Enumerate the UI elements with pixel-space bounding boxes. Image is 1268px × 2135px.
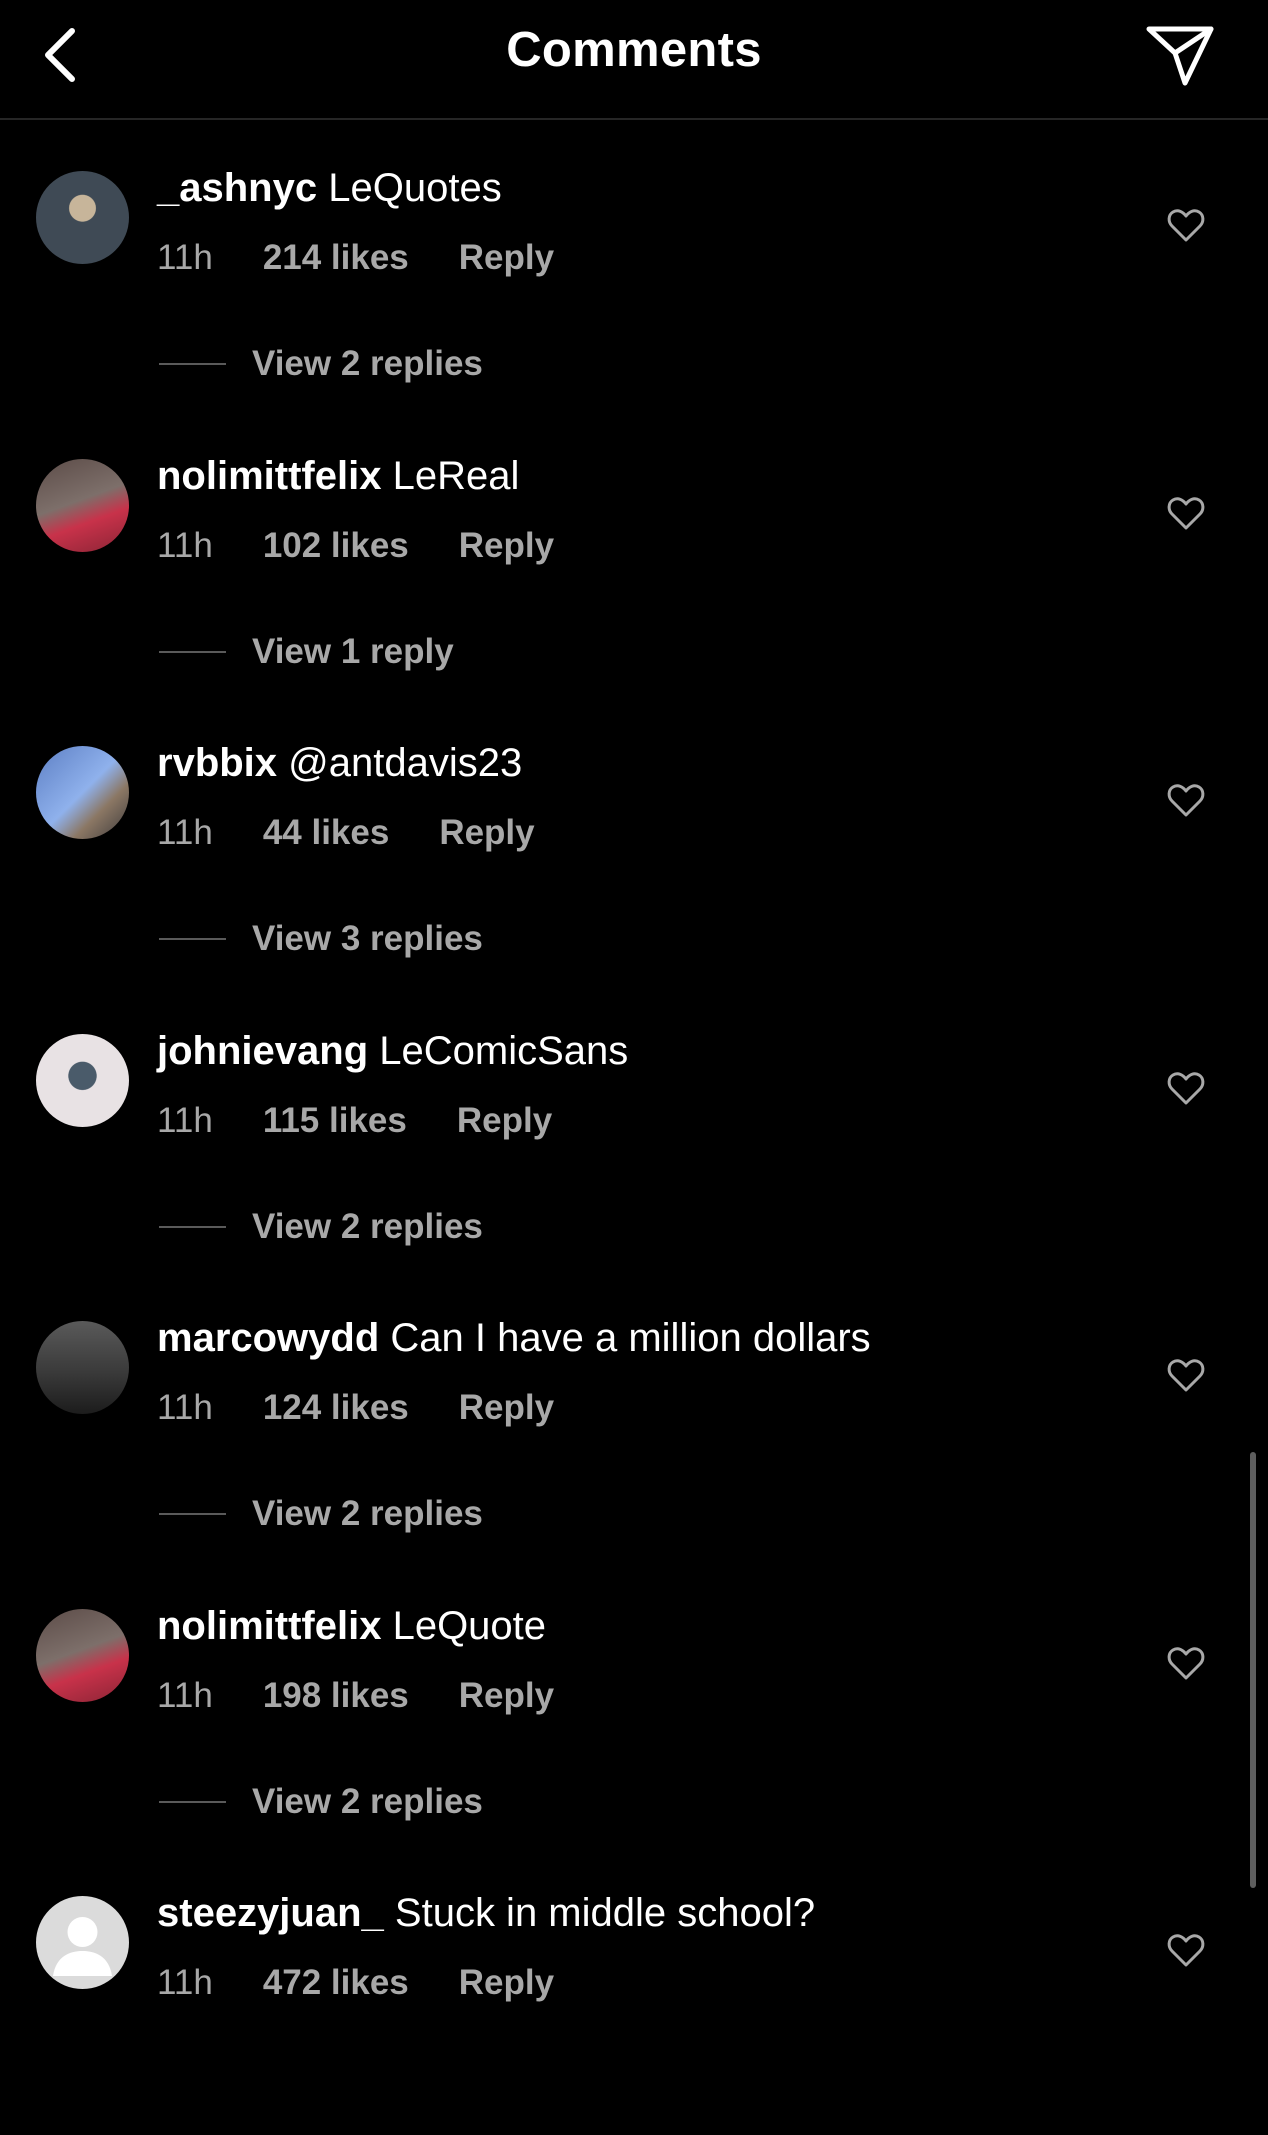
reply-button[interactable]: Reply [459,526,554,566]
view-replies-label: View 1 reply [252,631,454,671]
replies-divider [159,1513,226,1515]
view-replies-button[interactable]: View 3 replies [159,919,483,959]
reply-button[interactable]: Reply [459,1388,554,1428]
scrollbar[interactable] [1250,1452,1256,1888]
avatar[interactable] [36,1321,129,1414]
comment-meta: 11h 472 likes Reply [157,1963,554,2003]
comment-username[interactable]: nolimittfelix [157,1604,381,1648]
comment-item: nolimittfelix LeQuote 11h 198 likes Repl… [0,1560,1268,1848]
comment-meta: 11h 44 likes Reply [157,813,535,853]
reply-button[interactable]: Reply [459,1963,554,2003]
comment-list: _ashnyc LeQuotes 11h 214 likes Reply Vie… [0,122,1268,2135]
avatar[interactable] [36,1608,129,1702]
heart-icon[interactable] [1166,1069,1206,1109]
comment-item: nolimittfelix LeReal 11h 102 likes Reply… [0,410,1268,698]
default-avatar-icon [53,1917,112,1976]
avatar[interactable] [36,746,129,839]
comment-item: _ashnyc LeQuotes 11h 214 likes Reply Vie… [0,122,1268,410]
comment-line: _ashnyc LeQuotes [157,166,502,211]
view-replies-label: View 2 replies [252,344,483,383]
avatar[interactable] [36,1896,129,1989]
heart-icon[interactable] [1166,494,1206,534]
comment-item: johnievang LeComicSans 11h 115 likes Rep… [0,985,1268,1273]
view-replies-button[interactable]: View 2 replies [159,1782,483,1822]
comment-text: Stuck in middle school? [394,1891,816,1935]
replies-divider [159,650,226,653]
view-replies-button[interactable]: View 1 reply [159,632,454,672]
comment-time: 11h [157,1963,213,2002]
comment-username[interactable]: nolimittfelix [157,454,381,498]
comment-text: @antdavis23 [288,741,523,785]
comment-likes[interactable]: 472 likes [263,1963,409,2003]
comment-line: marcowydd Can I have a million dollars [157,1316,871,1361]
view-replies-label: View 2 replies [252,1781,483,1821]
paper-plane-icon [1146,26,1214,86]
heart-icon[interactable] [1166,1356,1206,1396]
reply-button[interactable]: Reply [457,1101,552,1141]
comment-item: marcowydd Can I have a million dollars 1… [0,1272,1268,1560]
comment-text: Can I have a million dollars [390,1316,871,1360]
view-replies-label: View 2 replies [252,1494,483,1533]
comment-time: 11h [157,525,213,565]
reply-button[interactable]: Reply [459,1676,554,1716]
comment-item: rvbbix @antdavis23 11h 44 likes Reply Vi… [0,697,1268,985]
comment-text: LeComicSans [379,1028,629,1073]
comment-text: LeQuote [392,1603,547,1648]
comment-text: LeReal [392,453,520,498]
comment-meta: 11h 214 likes Reply [157,238,554,278]
avatar[interactable] [36,458,129,552]
comment-likes[interactable]: 214 likes [263,238,409,278]
comment-text: LeQuotes [328,166,502,210]
comment-meta: 11h 102 likes Reply [157,526,554,566]
comment-username[interactable]: steezyjuan_ [157,1891,384,1935]
view-replies-label: View 2 replies [252,1206,483,1246]
avatar[interactable] [36,171,129,264]
replies-divider [159,938,226,940]
replies-divider [159,1225,226,1228]
view-replies-button[interactable]: View 2 replies [159,1494,483,1534]
comment-time: 11h [157,1388,213,1427]
share-button[interactable] [1142,18,1218,92]
view-replies-label: View 3 replies [252,919,483,958]
comment-username[interactable]: _ashnyc [157,166,317,210]
comment-time: 11h [157,1100,213,1140]
avatar[interactable] [36,1033,129,1127]
comment-username[interactable]: rvbbix [157,741,277,785]
comment-likes[interactable]: 102 likes [263,526,409,566]
comment-line: rvbbix @antdavis23 [157,741,522,786]
view-replies-button[interactable]: View 2 replies [159,1207,483,1247]
heart-icon[interactable] [1166,206,1206,246]
comment-time: 11h [157,1675,213,1715]
comment-likes[interactable]: 44 likes [263,813,390,853]
comment-time: 11h [157,813,213,852]
comment-time: 11h [157,238,213,277]
comment-username[interactable]: johnievang [157,1029,368,1073]
comment-line: nolimittfelix LeQuote [157,1604,546,1649]
comment-item: steezyjuan_ Stuck in middle school? 11h … [0,1847,1268,2135]
comment-likes[interactable]: 198 likes [263,1676,409,1716]
comment-meta: 11h 115 likes Reply [157,1101,552,1141]
page-title: Comments [506,23,762,77]
comment-meta: 11h 198 likes Reply [157,1676,554,1716]
replies-divider [159,363,226,365]
view-replies-button[interactable]: View 2 replies [159,344,483,384]
comment-line: nolimittfelix LeReal [157,454,519,499]
comment-likes[interactable]: 124 likes [263,1388,409,1428]
header-bar: Comments [0,0,1268,120]
reply-button[interactable]: Reply [459,238,554,278]
comment-username[interactable]: marcowydd [157,1316,379,1360]
comment-likes[interactable]: 115 likes [263,1101,407,1141]
comment-line: johnievang LeComicSans [157,1029,628,1074]
comment-line: steezyjuan_ Stuck in middle school? [157,1891,815,1936]
comment-meta: 11h 124 likes Reply [157,1388,554,1428]
reply-button[interactable]: Reply [439,813,534,853]
heart-icon[interactable] [1166,1931,1206,1971]
replies-divider [159,1800,226,1803]
heart-icon[interactable] [1166,781,1206,821]
heart-icon[interactable] [1166,1644,1206,1684]
